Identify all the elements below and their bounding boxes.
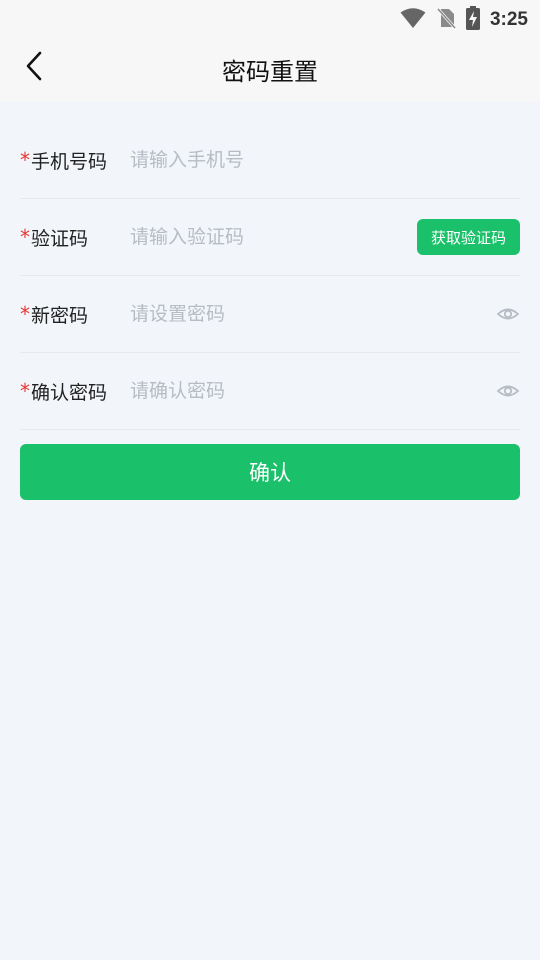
- required-mark: *: [20, 225, 30, 249]
- required-mark: *: [20, 379, 30, 403]
- phone-input[interactable]: [128, 139, 520, 181]
- required-mark: *: [20, 148, 30, 172]
- code-row: * 验证码 获取验证码: [20, 199, 520, 276]
- status-icons: 3:25: [400, 6, 528, 34]
- page-title: 密码重置: [222, 57, 318, 86]
- navigation-bar: 密码重置: [0, 36, 540, 102]
- required-mark: *: [20, 302, 30, 326]
- back-button[interactable]: [14, 48, 54, 88]
- eye-icon[interactable]: [496, 302, 520, 326]
- eye-icon[interactable]: [496, 379, 520, 403]
- code-input[interactable]: [128, 216, 417, 258]
- new-password-row: * 新密码: [20, 276, 520, 353]
- reset-form: * 手机号码 * 验证码 获取验证码 * 新密码 * 确认密码: [0, 122, 540, 430]
- new-password-input[interactable]: [128, 293, 496, 335]
- status-time: 3:25: [489, 9, 528, 30]
- confirm-button[interactable]: 确认: [20, 444, 520, 500]
- confirm-password-label-text: 确认密码: [31, 381, 108, 404]
- phone-row: * 手机号码: [20, 122, 520, 199]
- status-bar: 3:25: [0, 0, 540, 36]
- chevron-left-icon: [24, 51, 44, 85]
- phone-label: * 手机号码: [20, 147, 128, 174]
- get-code-button[interactable]: 获取验证码: [416, 219, 520, 255]
- confirm-password-input[interactable]: [128, 370, 496, 412]
- wifi-icon: [400, 7, 426, 33]
- confirm-password-row: * 确认密码: [20, 353, 520, 430]
- battery-charging-icon: [465, 6, 480, 34]
- new-password-label: * 新密码: [20, 301, 128, 328]
- code-label: * 验证码: [20, 224, 128, 251]
- code-label-text: 验证码: [31, 227, 89, 250]
- confirm-password-label: * 确认密码: [20, 378, 128, 405]
- phone-label-text: 手机号码: [31, 150, 108, 173]
- no-sim-icon: [436, 7, 457, 33]
- new-password-label-text: 新密码: [31, 304, 89, 327]
